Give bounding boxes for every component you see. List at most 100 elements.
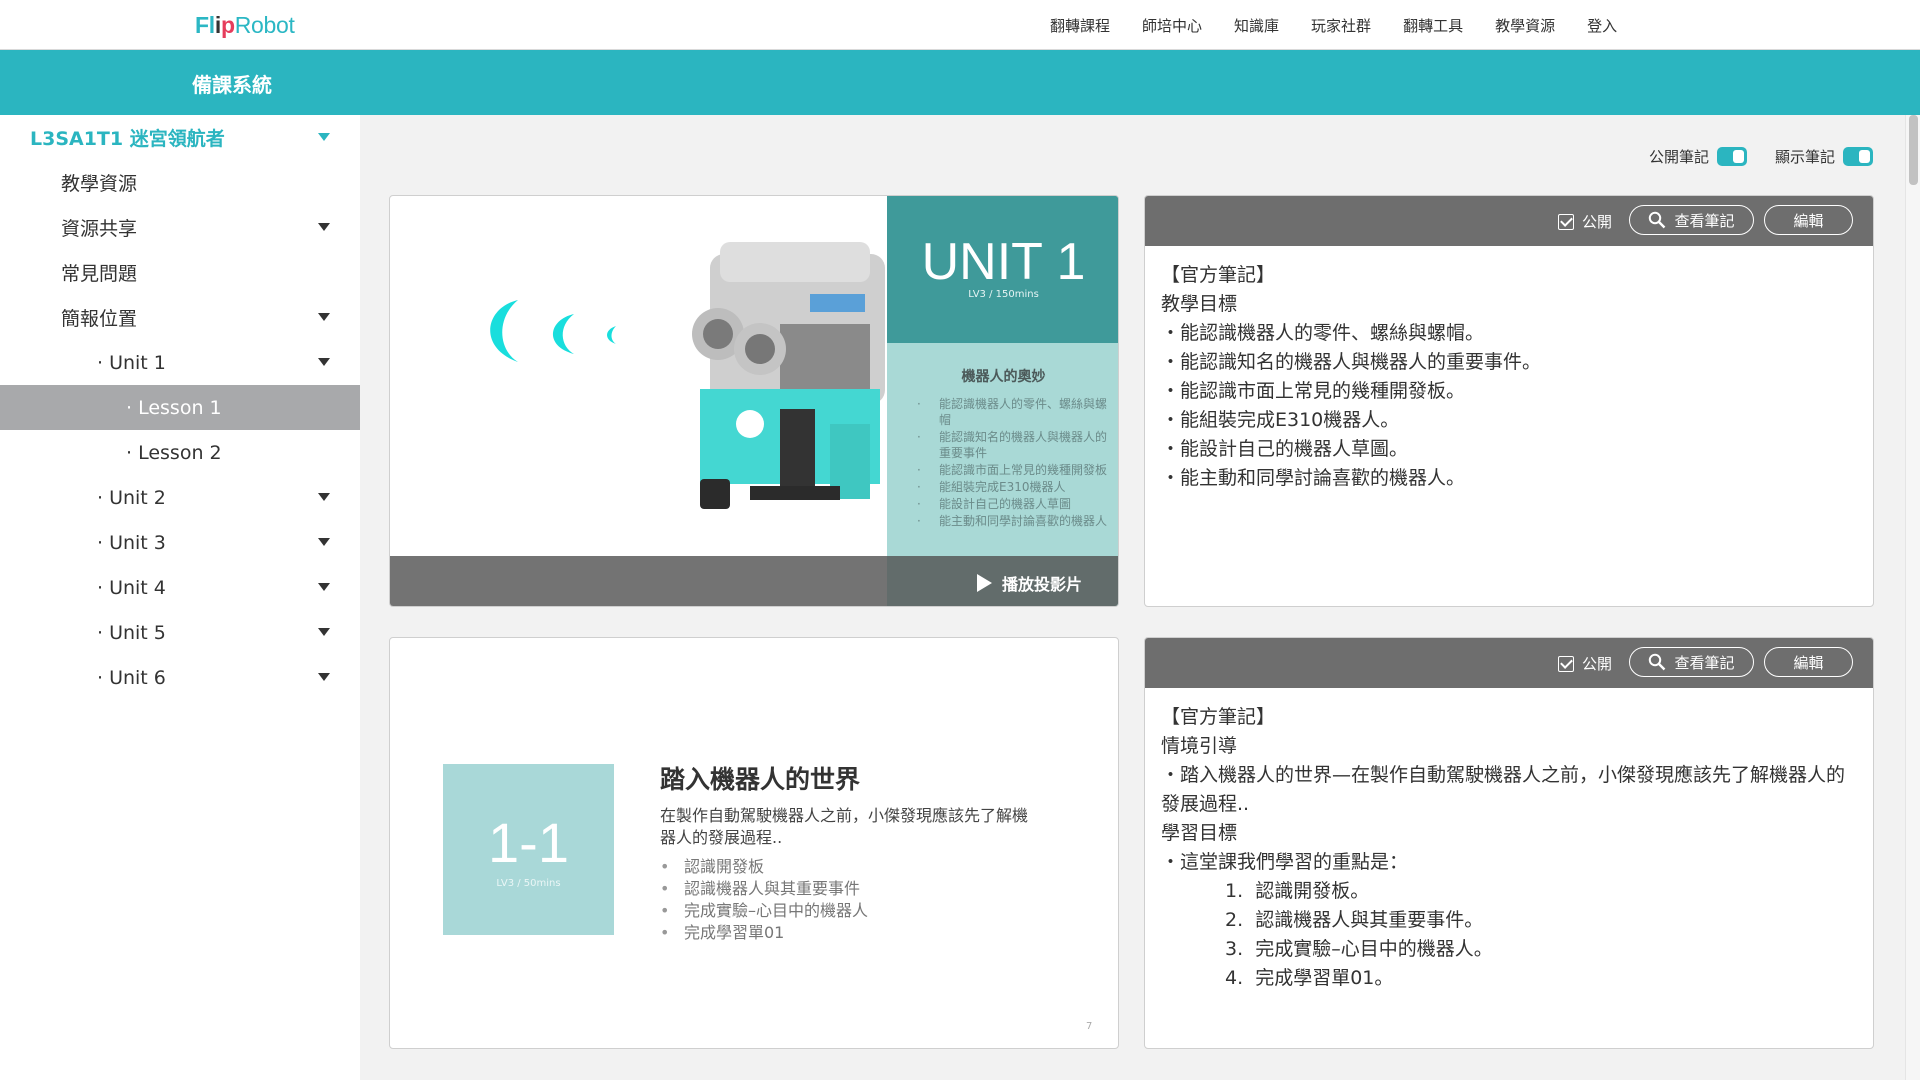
sidebar-item-unit-1[interactable]: · Unit 1: [0, 340, 360, 385]
sidebar-item-unit-5[interactable]: · Unit 5: [0, 610, 360, 655]
nav-link-resources[interactable]: 教學資源: [1495, 15, 1555, 36]
sidebar-item-lesson-1[interactable]: · Lesson 1: [0, 385, 360, 430]
public-notes-label: 公開筆記: [1648, 148, 1709, 166]
list-item: 能認識市面上常見的幾種開發板: [917, 462, 1107, 478]
show-notes-switch[interactable]: [1843, 147, 1873, 166]
sidebar-item-label: · Lesson 2: [126, 441, 222, 464]
chevron-down-icon[interactable]: [318, 358, 330, 366]
sidebar-item-label: · Unit 6: [97, 666, 166, 689]
list-item: 能認識知名的機器人與機器人的重要事件: [917, 429, 1107, 461]
note-toggles: 公開筆記 顯示筆記: [1621, 146, 1873, 167]
note-section-title: 情境引導: [1161, 735, 1238, 757]
note-panel-unit-1: 公開 查看筆記 編輯 【官方筆記】 教學目標 ・能認識機器人的零件、螺絲與螺帽。…: [1144, 195, 1874, 607]
switch-knob: [1859, 150, 1870, 163]
nav-link-tools[interactable]: 翻轉工具: [1403, 15, 1463, 36]
public-checkbox-label: 公開: [1582, 655, 1613, 673]
note-paragraph: ・踏入機器人的世界—在製作自動駕駛機器人之前，小傑發現應該先了解機器人的發展過程…: [1161, 764, 1846, 815]
slide-info-panel: UNIT 1 LV3 / 150mins 機器人的奧妙 能認識機器人的零件、螺絲…: [887, 196, 1118, 606]
top-navbar: FlipRobot 翻轉課程 師培中心 知識庫 玩家社群 翻轉工具 教學資源 登…: [0, 0, 1920, 50]
unit-goal-list: 能認識機器人的零件、螺絲與螺帽 能認識知名的機器人與機器人的重要事件 能認識市面…: [917, 396, 1107, 530]
public-checkbox[interactable]: [1558, 213, 1574, 230]
sidebar-item-lesson-2[interactable]: · Lesson 2: [0, 430, 360, 475]
slide-preview-unit-1[interactable]: UNIT 1 LV3 / 150mins 機器人的奧妙 能認識機器人的零件、螺絲…: [389, 195, 1119, 607]
sidebar-item-unit-3[interactable]: · Unit 3: [0, 520, 360, 565]
search-icon: [1649, 211, 1666, 229]
scrollbar-thumb[interactable]: [1909, 115, 1918, 185]
unit-heading: 機器人的奧妙: [961, 369, 1046, 385]
view-notes-label: 查看筆記: [1674, 653, 1735, 672]
note-toolbar: 公開 查看筆記 編輯: [1145, 638, 1873, 688]
view-notes-button[interactable]: 查看筆記: [1629, 205, 1754, 235]
main-content: 公開筆記 顯示筆記 UNIT 1 LV3 / 150mins 機器人的奧妙 · …: [360, 115, 1905, 1080]
list-item: ・能認識機器人的零件、螺絲與螺帽。: [1161, 322, 1485, 344]
sidebar-item-resource-sharing[interactable]: 資源共享: [0, 205, 360, 250]
play-slides-button[interactable]: 播放投影片: [977, 571, 1082, 595]
slide-preview-lesson-1-1[interactable]: 1-1 LV3 / 50mins 踏入機器人的世界 在製作自動駕駛機器人之前，小…: [389, 637, 1119, 1049]
nav-link-login[interactable]: 登入: [1587, 15, 1617, 36]
list-item: 完成實驗–心目中的機器人: [660, 900, 868, 922]
lesson-title: 踏入機器人的世界: [660, 765, 861, 794]
sidebar-item-unit-2[interactable]: · Unit 2: [0, 475, 360, 520]
list-item: 4. 完成學習單01。: [1225, 967, 1394, 989]
public-checkbox-group[interactable]: 公開: [1558, 653, 1612, 674]
list-item: 1. 認識開發板。: [1225, 880, 1370, 902]
section-header-bar: 備課系統: [0, 50, 1920, 115]
edit-label: 編輯: [1793, 653, 1824, 672]
lesson-goal-list: 認識開發板 認識機器人與其重要事件 完成實驗–心目中的機器人 完成學習單01: [660, 856, 868, 944]
view-notes-button[interactable]: 查看筆記: [1629, 647, 1754, 677]
public-notes-switch[interactable]: [1716, 147, 1747, 166]
nav-link-teacher-center[interactable]: 師培中心: [1142, 15, 1202, 36]
chevron-down-icon[interactable]: [318, 223, 330, 231]
fliprobot-logo[interactable]: FlipRobot: [195, 12, 295, 39]
page-scrollbar[interactable]: [1905, 115, 1920, 1080]
lesson-duration: LV3 / 50mins: [496, 878, 561, 889]
list-item: ・能認識市面上常見的幾種開發板。: [1161, 380, 1466, 402]
sidebar-item-label: 簡報位置: [61, 308, 138, 330]
sidebar-item-label: · Unit 2: [97, 486, 166, 509]
chevron-down-icon[interactable]: [318, 493, 330, 501]
list-item: 認識機器人與其重要事件: [660, 878, 868, 900]
lesson-number: 1-1: [488, 811, 569, 874]
note-toolbar: 公開 查看筆記 編輯: [1145, 196, 1873, 246]
public-checkbox-group[interactable]: 公開: [1558, 211, 1612, 232]
sidebar-item-teaching-resources[interactable]: 教學資源: [0, 160, 360, 205]
sidebar-item-label: · Unit 1: [97, 351, 166, 374]
chevron-down-icon[interactable]: [318, 673, 330, 681]
note-header: 【官方筆記】: [1161, 706, 1276, 728]
unit-title: UNIT 1: [921, 233, 1086, 291]
list-item: 能組裝完成E310機器人: [917, 479, 1107, 495]
note-panel-lesson-1-1: 公開 查看筆記 編輯 【官方筆記】 情境引導 ・踏入機器人的世界—在製作自動駕駛…: [1144, 637, 1874, 1049]
list-item: 認識開發板: [660, 856, 868, 878]
list-item: ・能主動和同學討論喜歡的機器人。: [1161, 467, 1466, 489]
sidebar-item-faq[interactable]: 常見問題: [0, 250, 360, 295]
note-lead: ・這堂課我們學習的重點是：: [1161, 851, 1409, 873]
chevron-down-icon[interactable]: [318, 313, 330, 321]
list-item: 能主動和同學討論喜歡的機器人: [917, 513, 1107, 529]
sidebar-item-label: · Unit 4: [97, 576, 166, 599]
chevron-down-icon[interactable]: [318, 133, 330, 141]
sidebar-item-slides[interactable]: 簡報位置: [0, 295, 360, 340]
edit-button[interactable]: 編輯: [1764, 647, 1853, 677]
nav-link-knowledge-base[interactable]: 知識庫: [1234, 15, 1279, 36]
public-notes-toggle-group: 公開筆記: [1649, 146, 1747, 167]
switch-knob: [1732, 150, 1744, 163]
chevron-down-icon[interactable]: [318, 583, 330, 591]
list-item: 3. 完成實驗–心目中的機器人。: [1225, 938, 1493, 960]
nav-link-courses[interactable]: 翻轉課程: [1050, 15, 1110, 36]
list-item: 能認識機器人的零件、螺絲與螺帽: [917, 396, 1107, 428]
edit-button[interactable]: 編輯: [1764, 205, 1853, 235]
sidebar-item-label: · Lesson 1: [126, 396, 222, 419]
sidebar-item-unit-4[interactable]: · Unit 4: [0, 565, 360, 610]
chevron-down-icon[interactable]: [318, 538, 330, 546]
chevron-down-icon[interactable]: [318, 628, 330, 636]
note-content: 【官方筆記】 情境引導 ・踏入機器人的世界—在製作自動駕駛機器人之前，小傑發現應…: [1161, 703, 1861, 993]
sidebar-item-course[interactable]: L3SA1T1 迷宮領航者: [0, 115, 360, 160]
public-checkbox[interactable]: [1558, 655, 1574, 672]
sidebar-item-label: 教學資源: [61, 173, 138, 195]
sidebar-item-label: L3SA1T1 迷宮領航者: [30, 128, 225, 150]
note-header: 【官方筆記】: [1161, 264, 1276, 286]
sidebar-item-unit-6[interactable]: · Unit 6: [0, 655, 360, 700]
nav-link-community[interactable]: 玩家社群: [1311, 15, 1371, 36]
list-item: 能設計自己的機器人草圖: [917, 496, 1107, 512]
note-section-title: 學習目標: [1161, 822, 1238, 844]
